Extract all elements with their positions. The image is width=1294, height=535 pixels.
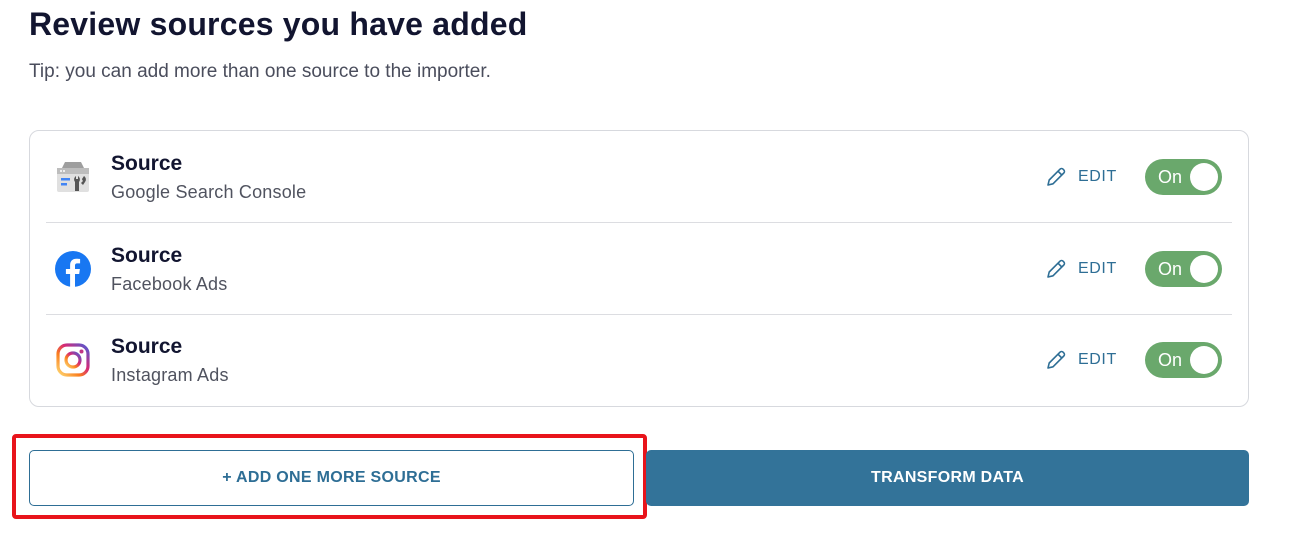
- edit-button-instagram-ads[interactable]: EDIT: [1044, 347, 1117, 373]
- source-label: Source: [111, 244, 183, 267]
- review-sources-page: Review sources you have added Tip: you c…: [0, 0, 1294, 535]
- edit-label: EDIT: [1078, 351, 1117, 368]
- add-source-button[interactable]: + ADD ONE MORE SOURCE: [29, 450, 634, 506]
- transform-data-button[interactable]: TRANSFORM DATA: [646, 450, 1249, 506]
- source-toggle-instagram-ads[interactable]: On: [1145, 342, 1222, 378]
- sources-list: Source Google Search Console EDIT On Sou…: [29, 130, 1249, 407]
- source-row-google-search-console: Source Google Search Console EDIT On: [46, 131, 1232, 223]
- edit-label: EDIT: [1078, 168, 1117, 185]
- source-name: Google Search Console: [111, 182, 307, 202]
- edit-button-google-search-console[interactable]: EDIT: [1044, 164, 1117, 190]
- toggle-label: On: [1158, 259, 1183, 279]
- toggle-label: On: [1158, 350, 1183, 370]
- facebook-icon: [54, 250, 92, 288]
- source-label: Source: [111, 335, 183, 358]
- toggle-knob: [1190, 255, 1218, 283]
- pencil-icon: [1047, 259, 1066, 278]
- source-name: Instagram Ads: [111, 365, 229, 385]
- source-toggle-google-search-console[interactable]: On: [1145, 159, 1222, 195]
- edit-button-facebook-ads[interactable]: EDIT: [1044, 256, 1117, 282]
- pencil-icon: [1047, 167, 1066, 186]
- instagram-icon: [54, 341, 92, 379]
- toggle-knob: [1190, 163, 1218, 191]
- source-row-instagram-ads: Source Instagram Ads EDIT On: [46, 314, 1232, 406]
- google-search-console-icon: [54, 158, 92, 196]
- source-label: Source: [111, 152, 183, 175]
- toggle-label: On: [1158, 167, 1183, 187]
- page-title: Review sources you have added: [29, 6, 528, 42]
- tip-text: Tip: you can add more than one source to…: [29, 61, 491, 82]
- source-toggle-facebook-ads[interactable]: On: [1145, 251, 1222, 287]
- source-row-facebook-ads: Source Facebook Ads EDIT On: [46, 223, 1232, 315]
- toggle-knob: [1190, 346, 1218, 374]
- edit-label: EDIT: [1078, 260, 1117, 277]
- pencil-icon: [1047, 350, 1066, 369]
- source-name: Facebook Ads: [111, 274, 228, 294]
